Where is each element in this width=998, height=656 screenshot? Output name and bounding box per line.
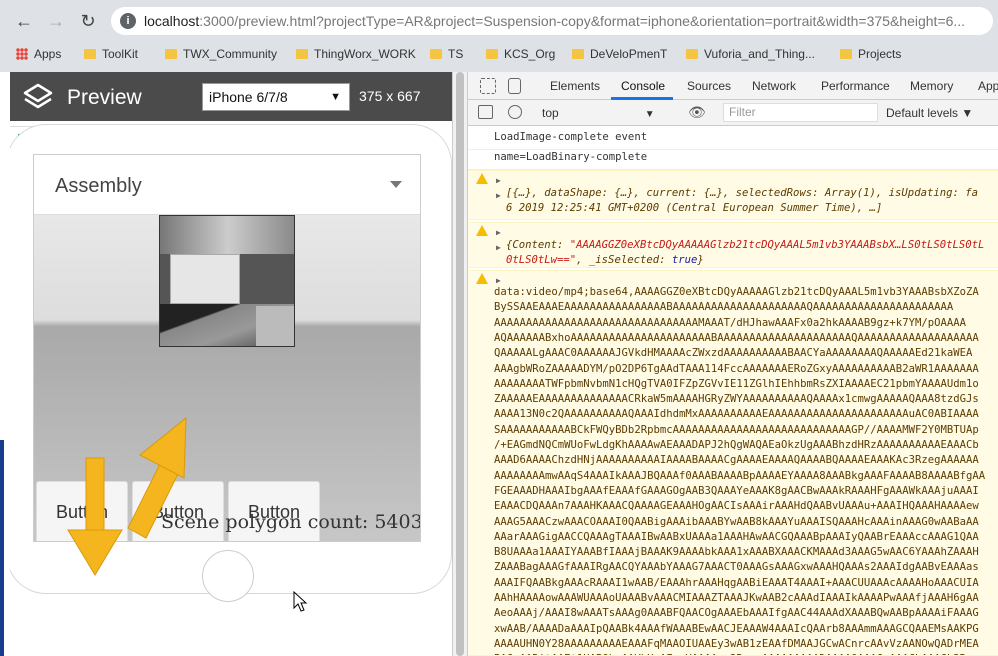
base64-line: AeoAAAj/AAAI8wAAATsAAAg0AAABFQAACOgAAAEb… (494, 607, 979, 620)
sidebar-toggle-icon[interactable] (478, 105, 493, 119)
expand-triangle-icon[interactable]: ▶ (496, 225, 501, 240)
device-toolbar-icon[interactable] (508, 78, 521, 94)
base64-line: BAJ+AARitAAEt1UABQhmAAVbXwAFruYAAAAcc3Rz… (494, 652, 998, 655)
folder-icon (165, 49, 177, 59)
base64-line: ZAAAAAEAAAAAAAAAAAAAACRkaW5mAAAAHGRyZWYA… (494, 393, 979, 406)
left-window-edge (0, 72, 10, 656)
assembly-dropdown[interactable]: Assembly (34, 155, 420, 215)
context-select[interactable]: top ▼ (542, 106, 655, 120)
warning-icon (476, 225, 488, 236)
base64-line: AAAAUHN0Y28AAAAAAAAAEAAAFqMAAOIUAAEy3wAB… (494, 637, 979, 650)
base64-line: AAhHAAAAowAAAWUAAAoUAAABvAAACMIAAAZTAAAJ… (494, 592, 979, 604)
base64-line: SAAAAAAAAAAABCkFWQyBDb2RpbmcAAAAAAAAAAAA… (494, 423, 979, 436)
folder-icon (296, 49, 308, 59)
bookmark-apps[interactable]: Apps (16, 45, 61, 63)
bookmark-ts[interactable]: TS (430, 45, 463, 63)
log-message: name=LoadBinary-complete (468, 150, 998, 170)
base64-line: AAarAAAGigAACCQAAAgTAAAIBwAABxUAAAa1AAAH… (494, 530, 979, 543)
tab-memory[interactable]: Memory (910, 79, 953, 93)
console-output: LoadImage-complete event name=LoadBinary… (468, 126, 998, 656)
folder-icon (84, 49, 96, 59)
base64-line: AAAG5AAACzwAAACOAAAI0QAABigAAAibAAABYwAA… (494, 515, 979, 528)
browser-chrome: ← → ↻ i localhost:3000/preview.html?proj… (0, 0, 998, 72)
base64-line: FGEAAADHAAAIbgAAAfEAAAfGAAAGOgAAB3QAAAYe… (494, 484, 979, 497)
address-bar[interactable]: i localhost:3000/preview.html?projectTyp… (111, 7, 993, 35)
folder-icon (686, 49, 698, 59)
base64-line: ZAAABagAAAGfAAAIRgAACQYAAAbYAAAG7AAACT0A… (494, 561, 979, 574)
folder-icon (572, 49, 584, 59)
eye-icon[interactable]: 👁 (688, 104, 706, 121)
expand-triangle-icon[interactable]: ▶ (496, 173, 501, 188)
video-thumbnail (159, 215, 295, 347)
tab-application[interactable]: App (978, 79, 998, 93)
folder-icon (430, 49, 442, 59)
log-levels-select[interactable]: Default levels ▼ (886, 106, 973, 120)
forward-arrow-icon[interactable]: → (44, 9, 68, 33)
base64-line: BySSAAEAAAEAAAAAAAAAAAAAAAABAAAAAAAAAAAA… (494, 301, 954, 314)
preview-title: Preview (67, 86, 142, 109)
phone-screen: Assembly Button Button Button Scene poly… (33, 154, 421, 542)
devtools-panel: Elements Console Sources Network Perform… (468, 72, 998, 656)
warning-message: ▶ ▶ {Content: "AAAAGGZ0eXBtcDQyAAAAAGlzb… (468, 222, 998, 268)
base64-line: AAAAAAAAAAAAAAAAAAAAAAAAAAAAAAAAMAAAT/dH… (494, 316, 966, 329)
tab-console[interactable]: Console (621, 79, 665, 93)
base64-line: AAAA13N0c2QAAAAAAAAAAQAAAIdhdmMxAAAAAAAA… (494, 408, 979, 421)
polygon-count-text: Scene polygon count: 54035 (161, 511, 421, 533)
bookmark-vuforia[interactable]: Vuforia_and_Thing... (686, 45, 815, 63)
base64-line: AAAAAAAATWFpbmNvbmN1cHQgTVA0IFZpZGVvIE11… (494, 377, 979, 390)
base64-line: AAAgbWRoZAAAAADYM/pO2DP6TgAAdTAAA114FccA… (494, 362, 979, 375)
phone-home-button[interactable] (202, 550, 254, 602)
bookmark-kcs-org[interactable]: KCS_Org (486, 45, 555, 63)
folder-icon (486, 49, 498, 59)
base64-line: /+EAGmdNQCmWUoFwLdgKhAAAAwAEAAADAPJ2hQgW… (494, 439, 979, 451)
warning-icon (476, 173, 488, 184)
bookmarks-bar: Apps ToolKit TWX_Community ThingWorx_WOR… (0, 40, 998, 68)
base64-line: AQAAAAAABxhoAAAAAAAAAAAAAAAAAAAAAABAAAAA… (494, 331, 979, 344)
expand-triangle-icon[interactable]: ▶ (496, 188, 501, 203)
pane-splitter[interactable] (452, 72, 468, 656)
base64-line: B8UAAAa1AAAIYAAABfIAAAjBAAAK9AAAAbkAAA1x… (494, 546, 979, 559)
base64-line: EAAACDQAAAn7AAAHKAAACQAAAAGEAAAHOgAACIsA… (494, 500, 979, 513)
warning-message-base64: ▶ data:video/mp4;base64,AAAAGGZ0eXBtcDQy… (468, 270, 998, 656)
log-message: LoadImage-complete event (468, 130, 998, 150)
clear-console-icon[interactable] (508, 105, 522, 119)
warning-message: ▶ ▶ [{…}, dataShape: {…}, current: {…}, … (468, 170, 998, 220)
url-text: localhost:3000/preview.html?projectType=… (144, 13, 966, 29)
base64-line: QAAAAALgAAAC0AAAAAAJGVkdHMAAAAcZWxzdAAAA… (494, 347, 973, 360)
button-1[interactable]: Button (36, 481, 128, 541)
scrollbar[interactable] (456, 72, 464, 656)
base64-line: xwAAB/AAAADaAAAIpQAABk4AAAfWAAABEwAACJEA… (494, 622, 979, 635)
folder-icon (840, 49, 852, 59)
base64-line: AAAIFQAABkgAAAcRAAAI1wAAB/EAAAhrAAAHqgAA… (494, 576, 979, 589)
resolution-label: 375 x 667 (359, 88, 421, 104)
layers-logo-icon (23, 83, 53, 109)
back-arrow-icon[interactable]: ← (12, 9, 36, 33)
base64-line: data:video/mp4;base64,AAAAGGZ0eXBtcDQyAA… (494, 286, 979, 298)
dropdown-arrow-icon: ▼ (330, 91, 341, 103)
warning-icon (476, 273, 488, 284)
bookmark-twx-community[interactable]: TWX_Community (165, 45, 277, 63)
tab-sources[interactable]: Sources (687, 79, 731, 93)
reload-icon[interactable]: ↻ (76, 9, 100, 33)
bookmark-development[interactable]: DeVeloPmenT (572, 45, 667, 63)
bookmark-thingworx-work[interactable]: ThingWorx_WORK (296, 45, 416, 63)
tab-network[interactable]: Network (752, 79, 796, 93)
devtools-tabbar: Elements Console Sources Network Perform… (468, 72, 998, 100)
filter-input[interactable]: Filter (723, 103, 878, 122)
info-icon[interactable]: i (120, 13, 136, 29)
dropdown-arrow-icon: ▼ (644, 109, 655, 120)
caret-down-icon (390, 181, 402, 188)
tab-elements[interactable]: Elements (550, 79, 600, 93)
bookmark-projects[interactable]: Projects (840, 45, 901, 63)
console-toolbar: top ▼ 👁 Filter Default levels ▼ (468, 100, 998, 126)
tab-performance[interactable]: Performance (821, 79, 890, 93)
inspect-element-icon[interactable] (480, 78, 496, 94)
base64-line: AAAAAAAAmwAAqS4AAAIkAAAJBQAAAf0AAABAAAAB… (494, 469, 986, 482)
bookmark-toolkit[interactable]: ToolKit (84, 45, 138, 63)
expand-triangle-icon[interactable]: ▶ (496, 240, 501, 255)
apps-grid-icon (16, 48, 28, 60)
device-select[interactable]: iPhone 6/7/8 ▼ (202, 83, 350, 111)
preview-header: Preview iPhone 6/7/8 ▼ 375 x 667 (10, 72, 452, 121)
base64-line: AAAD6AAAAChzdHNjAAAAAAAAAAIAAAABAAAACgAA… (494, 454, 979, 467)
